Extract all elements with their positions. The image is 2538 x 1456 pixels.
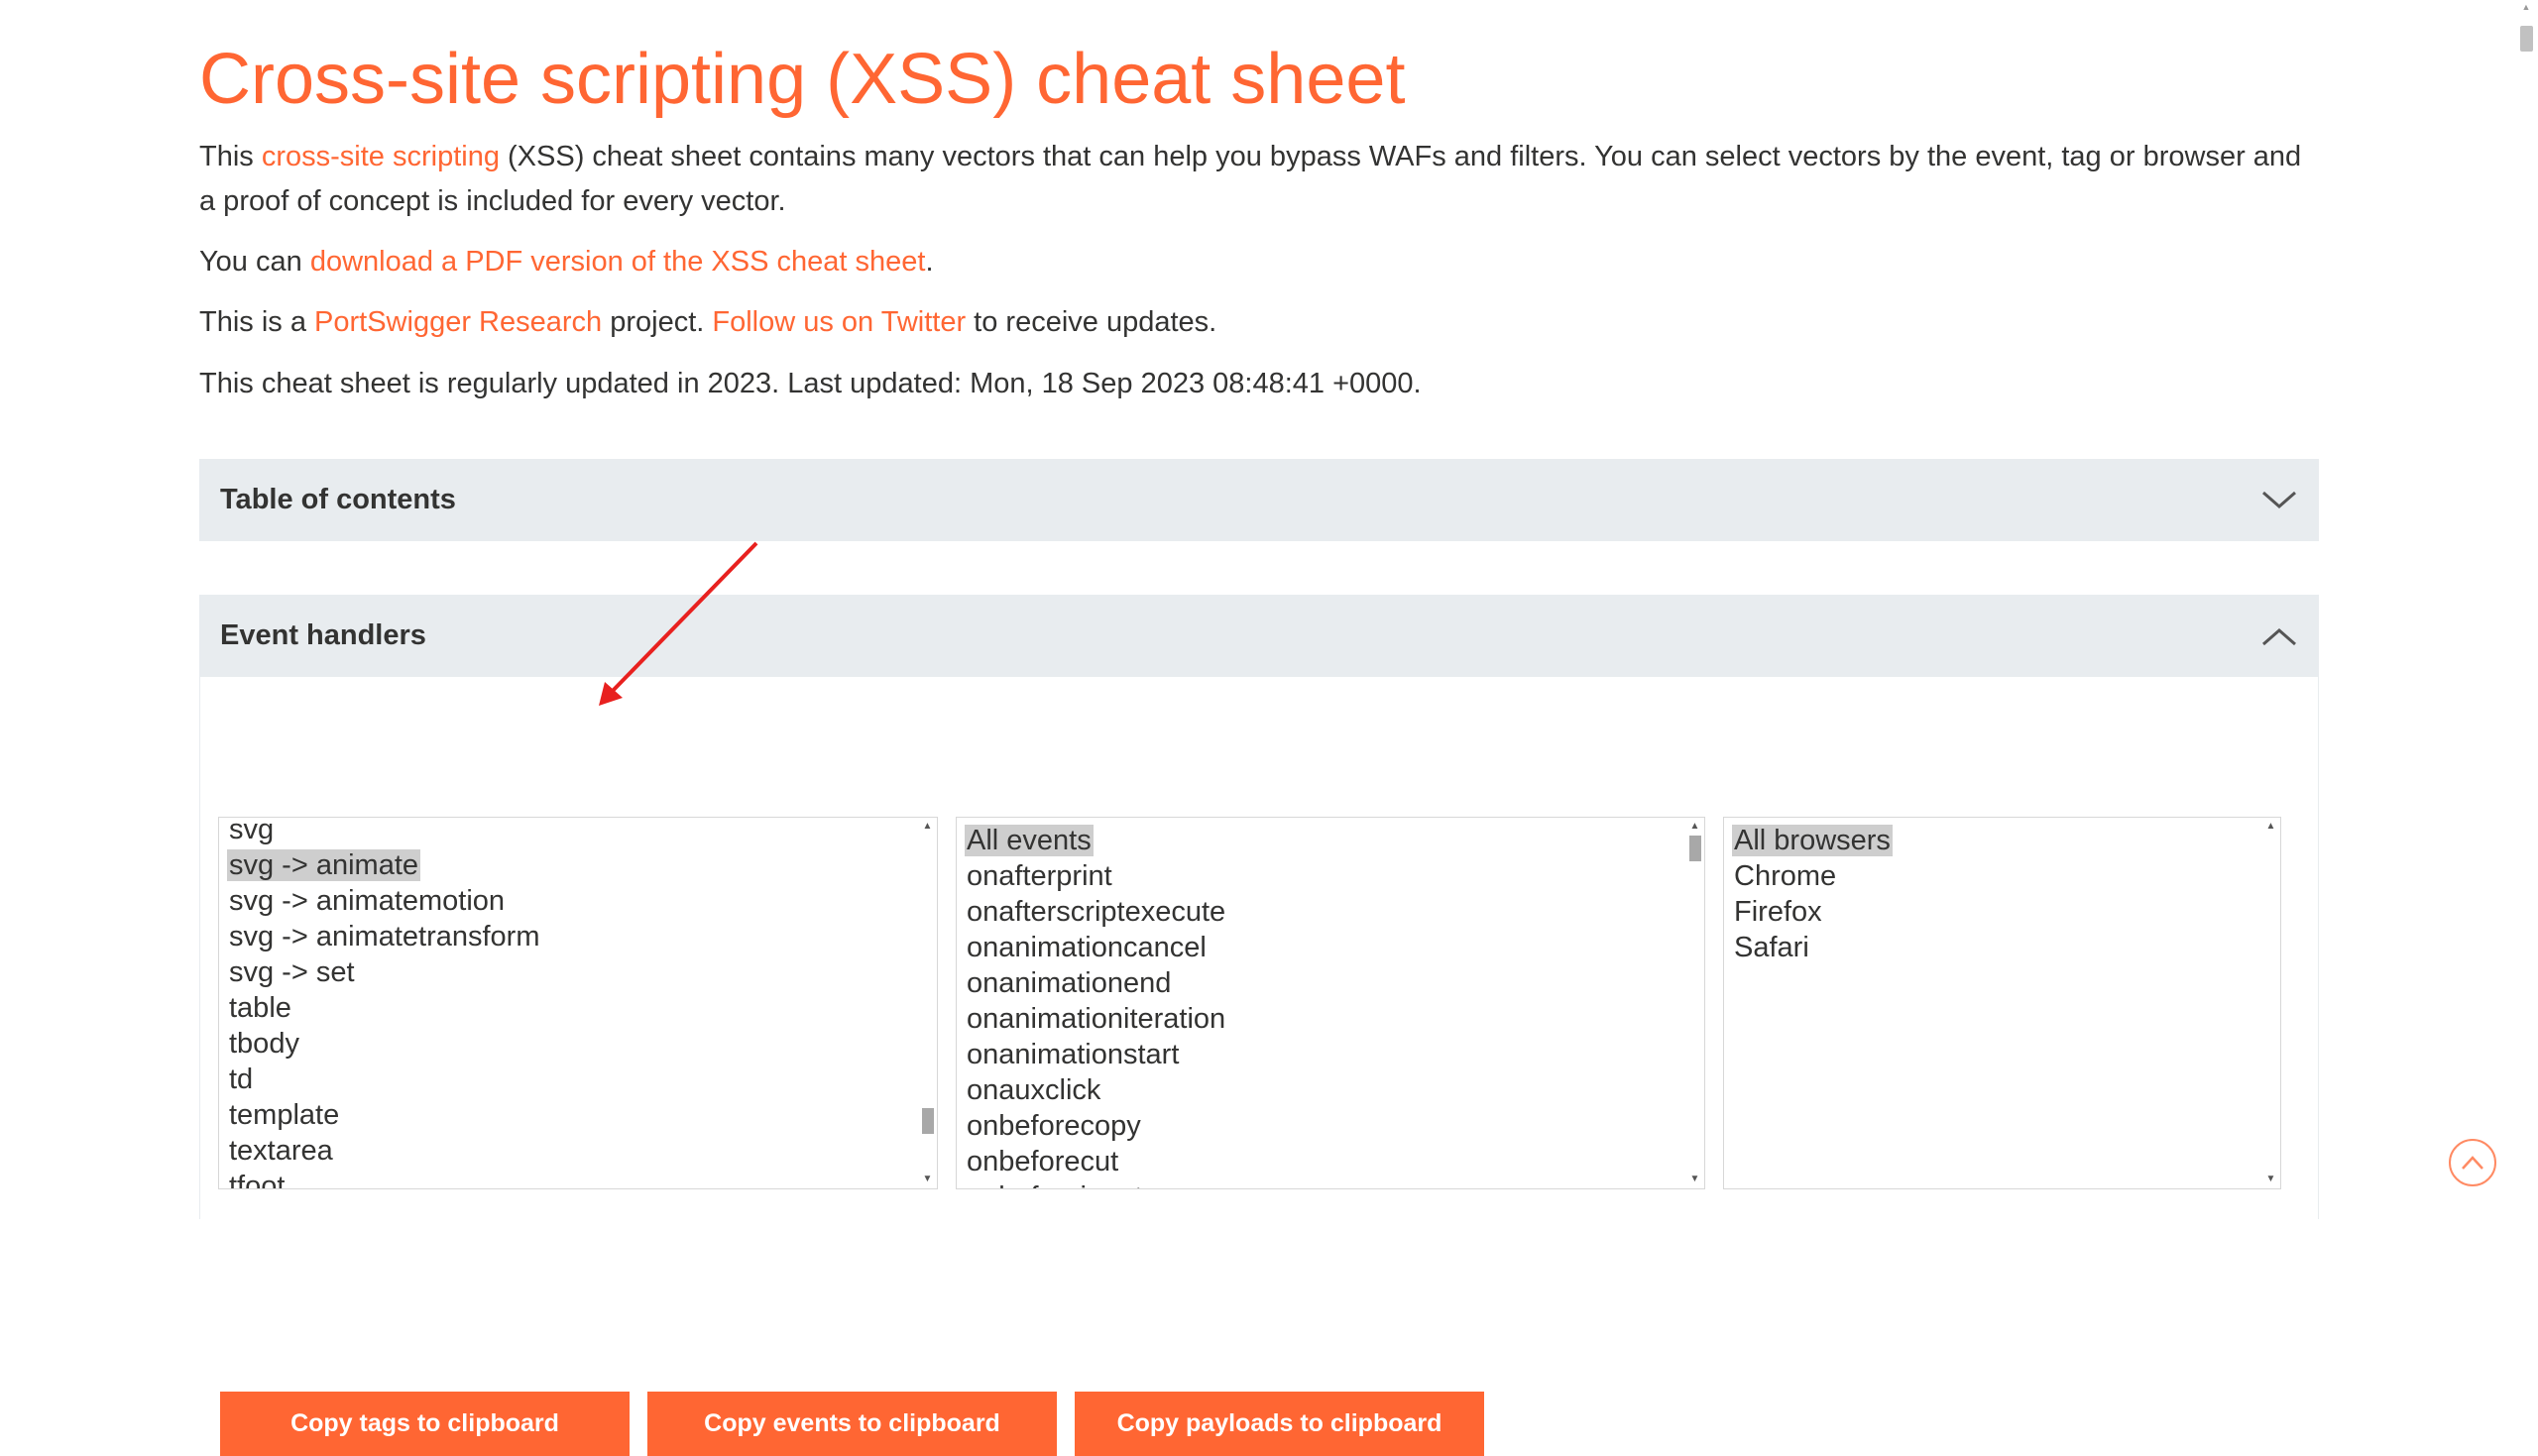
tags-option-label: svg -> animatemotion	[229, 885, 506, 917]
events-option-label: onbeforecut	[967, 1146, 1119, 1177]
pdf-text: You can	[199, 246, 310, 278]
events-option[interactable]: onanimationstart	[957, 1037, 1685, 1072]
back-to-top-button[interactable]	[2449, 1139, 2496, 1186]
events-option[interactable]: onafterprint	[957, 858, 1685, 894]
scroll-down-icon[interactable]: ▼	[2261, 1171, 2280, 1188]
tags-option-label: svg -> animate	[227, 849, 421, 881]
chevron-up-icon	[2462, 1156, 2483, 1170]
last-updated-text: This cheat sheet is regularly updated in…	[199, 368, 1422, 399]
copy-tags-button[interactable]: Copy tags to clipboard	[220, 1392, 630, 1456]
intro-text: (XSS) cheat sheet contains many vectors …	[199, 141, 2302, 217]
project-paragraph: This is a PortSwigger Research project. …	[199, 300, 1216, 345]
browsers-option[interactable]: All browsers	[1724, 823, 2261, 858]
browsers-option[interactable]: Firefox	[1724, 894, 2261, 930]
scroll-up-icon[interactable]: ▲	[2514, 2, 2538, 12]
tags-scrollbar[interactable]: ▲ ▼	[918, 818, 937, 1188]
events-option[interactable]: onbeforecopy	[957, 1108, 1685, 1144]
events-option[interactable]: onbeforeinput	[957, 1179, 1685, 1188]
events-option-label: onbeforecopy	[967, 1110, 1141, 1142]
events-option-label: onafterscriptexecute	[967, 896, 1226, 928]
browsers-option-label: Chrome	[1734, 860, 1837, 892]
copy-payloads-button[interactable]: Copy payloads to clipboard	[1075, 1392, 1484, 1456]
tags-option-label: tbody	[229, 1028, 299, 1060]
browsers-items: All browsers Chrome Firefox Safari	[1724, 823, 2261, 965]
portswigger-research-link[interactable]: PortSwigger Research	[314, 306, 602, 338]
tags-option[interactable]: svg -> animatetransform	[219, 919, 918, 954]
tags-option[interactable]: td	[219, 1062, 918, 1097]
page-scrollbar[interactable]: ▲	[2514, 0, 2538, 1219]
tags-option[interactable]: tbody	[219, 1026, 918, 1062]
pdf-download-link[interactable]: download a PDF version of the XSS cheat …	[310, 246, 926, 278]
tags-option-label: table	[229, 992, 291, 1024]
tags-option[interactable]: tfoot	[219, 1169, 918, 1189]
events-option-label: onanimationiteration	[967, 1003, 1226, 1035]
events-scroll-thumb[interactable]	[1689, 836, 1701, 861]
scroll-down-icon[interactable]: ▼	[1685, 1171, 1704, 1188]
pdf-paragraph: You can download a PDF version of the XS…	[199, 240, 934, 284]
page-scroll-thumb[interactable]	[2520, 26, 2533, 52]
twitter-link[interactable]: Follow us on Twitter	[712, 306, 966, 338]
events-option[interactable]: onauxclick	[957, 1072, 1685, 1108]
tags-option[interactable]: svg -> animatemotion	[219, 883, 918, 919]
browsers-option[interactable]: Chrome	[1724, 858, 2261, 894]
tags-option-label: tfoot	[229, 1171, 286, 1189]
event-handlers-title: Event handlers	[220, 619, 426, 651]
pdf-text: .	[925, 246, 934, 278]
tags-option-label: template	[229, 1099, 340, 1131]
intro-paragraph: This cross-site scripting (XSS) cheat sh…	[199, 135, 2319, 224]
scroll-up-icon[interactable]: ▲	[918, 818, 937, 836]
browsers-scrollbar[interactable]: ▲ ▼	[2261, 818, 2280, 1188]
events-option-label: All events	[965, 825, 1094, 856]
events-scrollbar[interactable]: ▲ ▼	[1685, 818, 1704, 1188]
intro-text: This	[199, 141, 262, 172]
events-option-label: onanimationend	[967, 967, 1172, 999]
tags-option-label: svg	[229, 817, 275, 845]
tags-option[interactable]: svg -> set	[219, 954, 918, 990]
project-text: This is a	[199, 306, 315, 338]
tags-option[interactable]: template	[219, 1097, 918, 1133]
events-option-label: onafterprint	[967, 860, 1112, 892]
tags-option[interactable]: svg	[219, 817, 918, 847]
browsers-option[interactable]: Safari	[1724, 930, 2261, 965]
table-of-contents-title: Table of contents	[220, 484, 456, 515]
tags-items: svg svg -> animate svg -> animatemotion svg…	[219, 817, 918, 1189]
events-option-label: onanimationstart	[967, 1039, 1180, 1070]
tags-listbox[interactable]: svg svg -> animate svg -> animatemotion svg…	[218, 817, 938, 1189]
xss-link[interactable]: cross-site scripting	[262, 141, 500, 172]
events-listbox[interactable]: All events onafterprint onafterscriptexecu…	[956, 817, 1705, 1189]
scroll-up-icon[interactable]: ▲	[1685, 818, 1704, 836]
copy-events-button[interactable]: Copy events to clipboard	[647, 1392, 1057, 1456]
events-option[interactable]: onanimationcancel	[957, 930, 1685, 965]
chevron-down-icon	[2262, 491, 2296, 508]
events-items: All events onafterprint onafterscriptexecu…	[957, 823, 1685, 1188]
chevron-up-icon	[2262, 628, 2296, 646]
browsers-option-label: Firefox	[1734, 896, 1822, 928]
tags-option[interactable]: svg -> animate	[219, 847, 918, 883]
events-option[interactable]: onanimationiteration	[957, 1001, 1685, 1037]
browsers-option-label: Safari	[1734, 932, 1809, 963]
tags-scroll-thumb[interactable]	[922, 1107, 934, 1134]
tags-option[interactable]: textarea	[219, 1133, 918, 1169]
scroll-down-icon[interactable]: ▼	[918, 1171, 937, 1188]
events-option[interactable]: All events	[957, 823, 1685, 858]
tags-option-label: svg -> set	[229, 956, 355, 988]
events-option[interactable]: onbeforecut	[957, 1144, 1685, 1179]
event-handlers-header[interactable]: Event handlers	[199, 595, 2319, 677]
tags-option-label: svg -> animatetransform	[229, 921, 540, 952]
tags-option-label: textarea	[229, 1135, 333, 1167]
events-option[interactable]: onanimationend	[957, 965, 1685, 1001]
project-text: to receive updates.	[966, 306, 1217, 338]
events-option-label: onanimationcancel	[967, 932, 1207, 963]
scroll-up-icon[interactable]: ▲	[2261, 818, 2280, 836]
page-title: Cross-site scripting (XSS) cheat sheet	[199, 40, 1406, 119]
table-of-contents-header[interactable]: Table of contents	[199, 459, 2319, 541]
events-option[interactable]: onafterscriptexecute	[957, 894, 1685, 930]
events-option-label: onauxclick	[967, 1074, 1101, 1106]
project-text: project.	[602, 306, 713, 338]
browsers-listbox[interactable]: All browsers Chrome Firefox Safari ▲ ▼	[1723, 817, 2281, 1189]
events-option-label: onbeforeinput	[967, 1181, 1142, 1188]
tags-option-label: td	[229, 1064, 254, 1095]
tags-option[interactable]: table	[219, 990, 918, 1026]
browsers-option-label: All browsers	[1732, 825, 1893, 856]
